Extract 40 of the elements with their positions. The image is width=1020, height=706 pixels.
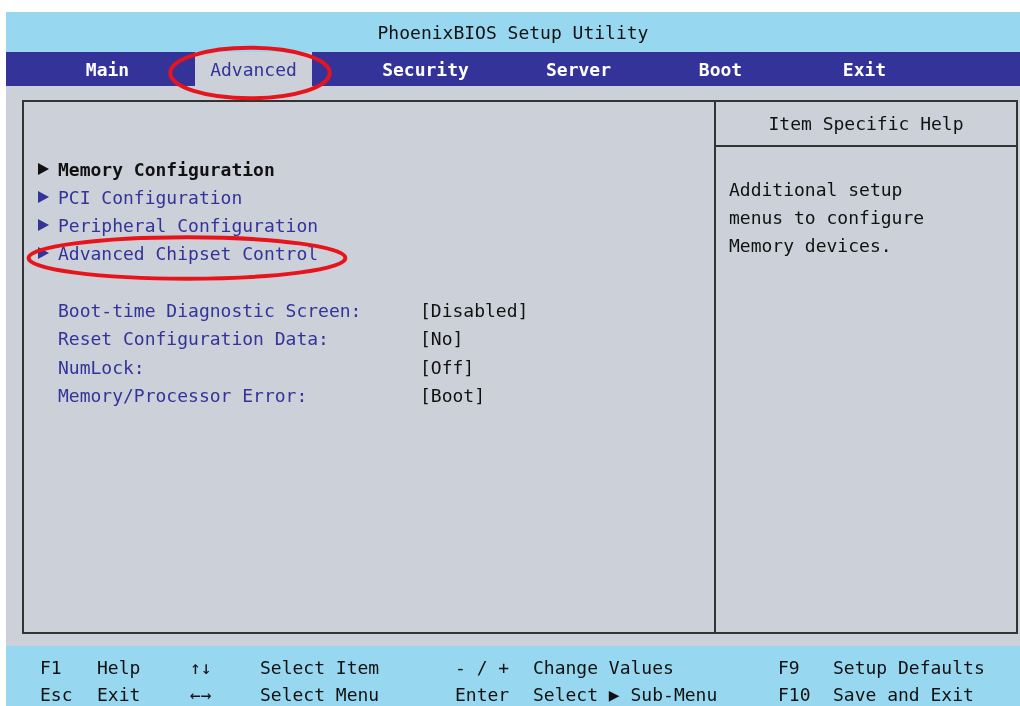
setting-value[interactable]: [No] — [420, 325, 464, 353]
menu-tab[interactable]: Boot — [662, 52, 779, 86]
triangle-right-icon — [38, 163, 49, 175]
menu-tab[interactable]: Main — [49, 52, 166, 86]
menu-tab[interactable]: Exit — [806, 52, 923, 86]
submenu-item[interactable]: Peripheral Configuration — [58, 211, 319, 239]
key-action: Setup Defaults — [833, 656, 986, 680]
setting-value[interactable]: [Disabled] — [420, 296, 529, 324]
key-action: Select Item — [260, 656, 381, 680]
key-action: Select ▶ Sub-Menu — [533, 683, 719, 706]
setting-label: Memory/Processor Error: — [58, 384, 309, 409]
key-hint: F1 — [40, 656, 63, 680]
setting-label: NumLock: — [58, 355, 146, 380]
help-title: Item Specific Help — [768, 112, 964, 136]
menu-tab[interactable]: Advanced — [195, 52, 312, 86]
setting-label: Reset Configuration Data: — [58, 327, 330, 352]
key-hint: ↑↓ — [190, 656, 213, 680]
key-hint: - / + — [455, 656, 511, 680]
key-action: Change Values — [533, 656, 675, 680]
triangle-right-icon — [38, 247, 49, 259]
key-hint: F9 — [778, 656, 801, 680]
submenu-item[interactable]: Memory Configuration — [58, 155, 275, 183]
key-action: Exit — [97, 683, 142, 706]
setting-value[interactable]: [Off] — [420, 353, 475, 381]
menu-tab[interactable]: Security — [367, 52, 484, 86]
setting-label: Boot-time Diagnostic Screen: — [58, 298, 363, 323]
triangle-right-icon — [38, 219, 49, 231]
key-hint: Esc — [40, 683, 74, 706]
key-action: Help — [97, 656, 142, 680]
window-title: PhoenixBIOS Setup Utility — [377, 20, 649, 45]
key-hint: F10 — [778, 683, 812, 706]
help-text: Additional setup menus to configure Memory devices. — [729, 178, 926, 258]
key-hint: ←→ — [190, 683, 213, 706]
key-action: Save and Exit — [833, 683, 975, 706]
menu-tab[interactable]: Server — [520, 52, 637, 86]
submenu-item[interactable]: PCI Configuration — [58, 183, 243, 211]
key-action: Select Menu — [260, 683, 381, 706]
key-hint: Enter — [455, 683, 511, 706]
setting-value[interactable]: [Boot] — [420, 382, 486, 410]
triangle-right-icon — [38, 191, 49, 203]
